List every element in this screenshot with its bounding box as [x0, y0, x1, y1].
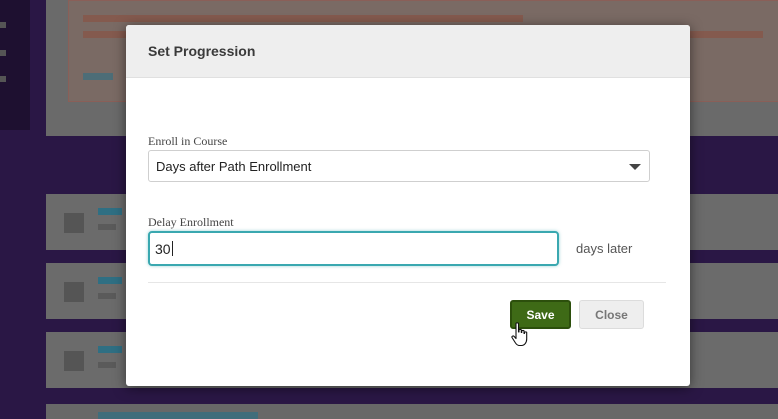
course-thumbnail	[64, 351, 84, 371]
course-title-placeholder	[98, 346, 122, 353]
background-alert-link	[83, 73, 113, 80]
dialog-divider	[148, 282, 666, 283]
sidebar-dot	[0, 76, 6, 82]
course-thumbnail	[64, 282, 84, 302]
course-title-placeholder	[98, 277, 122, 284]
course-subtitle-placeholder	[98, 362, 116, 368]
set-progression-dialog: Set Progression Enroll in Course Days af…	[126, 25, 690, 386]
background-alert-line	[83, 15, 523, 22]
background-course-card	[46, 404, 778, 419]
delay-enrollment-input[interactable]: 30	[148, 231, 559, 266]
course-title-placeholder	[98, 412, 258, 419]
sidebar-dot	[0, 22, 6, 28]
text-cursor	[171, 241, 173, 256]
background-sidebar	[0, 0, 30, 130]
sidebar-dot	[0, 50, 6, 56]
enroll-in-course-value: Days after Path Enrollment	[156, 158, 312, 174]
dialog-header: Set Progression	[126, 25, 690, 78]
chevron-down-icon	[629, 164, 641, 170]
course-thumbnail	[64, 213, 84, 233]
course-title-placeholder	[98, 208, 122, 215]
enroll-in-course-select[interactable]: Days after Path Enrollment	[148, 150, 650, 182]
course-subtitle-placeholder	[98, 224, 116, 230]
dialog-title: Set Progression	[148, 43, 256, 59]
course-subtitle-placeholder	[98, 293, 116, 299]
close-button[interactable]: Close	[579, 300, 644, 329]
delay-unit-label: days later	[576, 241, 633, 256]
delay-enrollment-value: 30	[155, 240, 171, 257]
delay-enrollment-label: Delay Enrollment	[148, 215, 234, 229]
hand-pointer-cursor-icon	[511, 322, 528, 347]
enroll-in-course-label: Enroll in Course	[148, 134, 228, 148]
